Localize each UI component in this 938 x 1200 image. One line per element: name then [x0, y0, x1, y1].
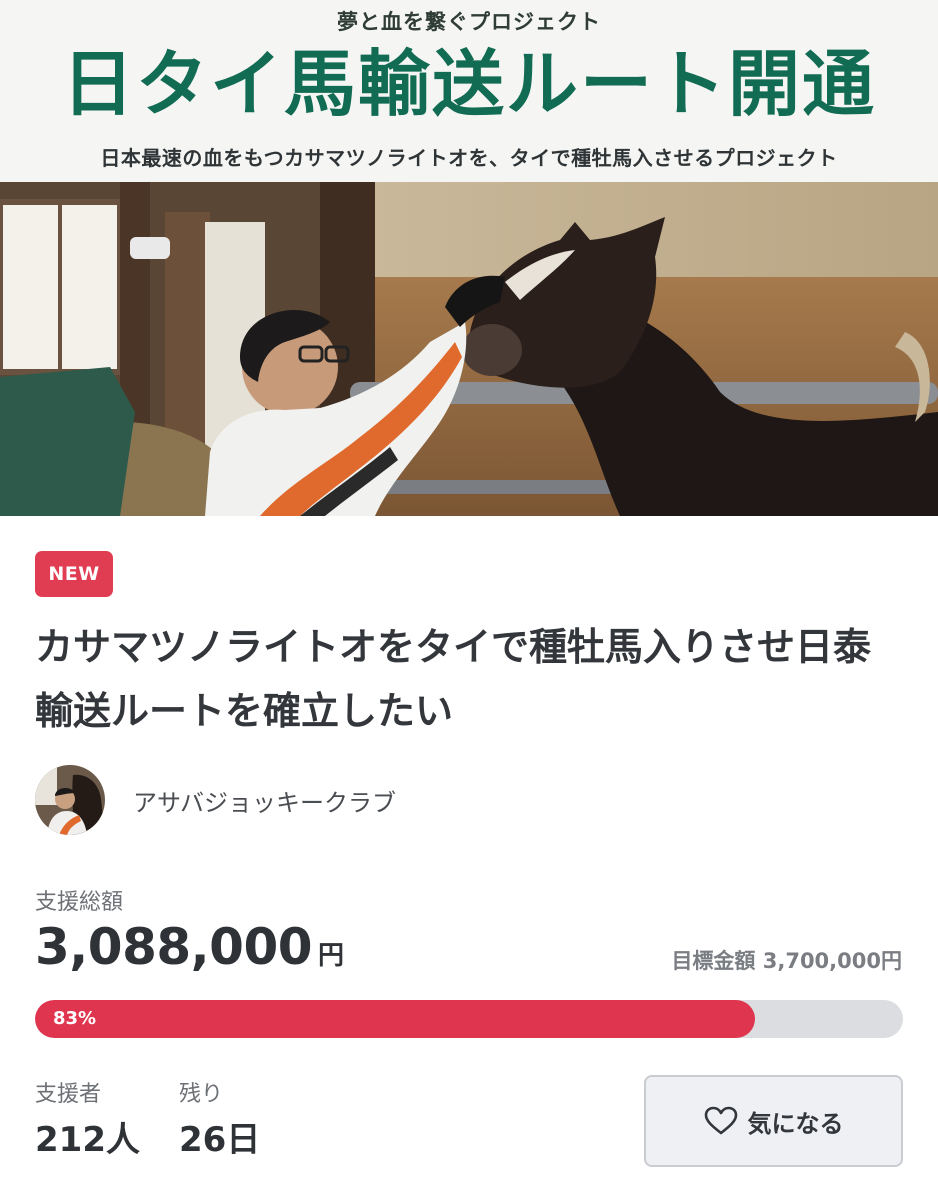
funding-progress-bar: 83%	[35, 1000, 903, 1038]
progress-fill: 83%	[35, 1000, 756, 1038]
project-hero-image	[0, 182, 938, 516]
total-amount: 3,088,000 円	[35, 918, 344, 976]
favorite-label: 気になる	[747, 1109, 844, 1138]
project-banner: 夢と血を繋ぐプロジェクト 日タイ馬輸送ルート開通 日本最速の血をもつカサマツノラ…	[0, 0, 938, 182]
goal-amount: 目標金額 3,700,000円	[671, 949, 902, 973]
remaining-label: 残り	[179, 1082, 224, 1107]
heart-outline-icon	[704, 1106, 737, 1135]
banner-tagline: 夢と血を繋ぐプロジェクト	[337, 10, 601, 34]
new-badge: NEW	[35, 551, 113, 597]
favorite-button[interactable]: 気になる	[644, 1075, 903, 1167]
banner-title: 日タイ馬輸送ルート開通	[61, 42, 876, 126]
remaining-days: 26日	[179, 1120, 261, 1160]
progress-percent: 83%	[53, 1008, 97, 1029]
owner-name[interactable]: アサバジョッキークラブ	[133, 783, 396, 818]
total-amount-value: 3,088,000	[35, 918, 313, 976]
project-title[interactable]: カサマツノライトオをタイで種牡馬入りさせ日泰輸送ルートを確立したい	[35, 615, 895, 743]
total-label: 支援総額	[35, 890, 124, 915]
banner-subtitle: 日本最速の血をもつカサマツノライトオを、タイで種牡馬入させるプロジェクト	[100, 146, 838, 170]
owner-avatar[interactable]	[35, 765, 105, 835]
currency-unit: 円	[318, 941, 345, 971]
supporters-label: 支援者	[35, 1082, 102, 1107]
project-owner[interactable]: アサバジョッキークラブ	[35, 765, 396, 835]
supporters-count: 212人	[35, 1120, 140, 1160]
